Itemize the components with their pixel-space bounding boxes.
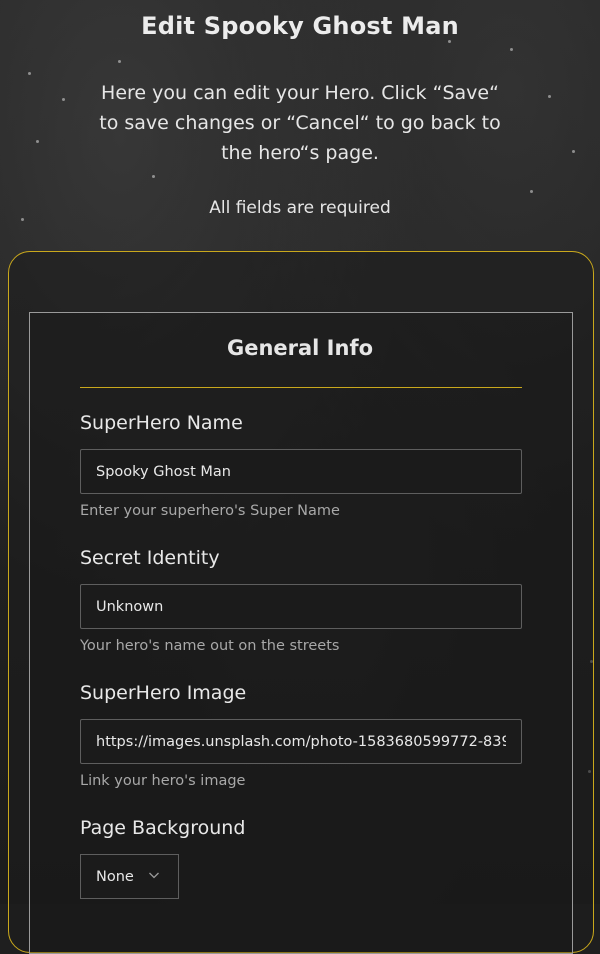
superhero-name-help: Enter your superhero's Super Name bbox=[80, 503, 340, 519]
page-background-select[interactable]: None bbox=[80, 854, 179, 899]
superhero-image-label: SuperHero Image bbox=[80, 682, 247, 704]
superhero-image-help: Link your hero's image bbox=[80, 773, 246, 789]
page-background-value: None bbox=[96, 868, 134, 885]
superhero-name-input[interactable] bbox=[80, 449, 522, 494]
section-divider bbox=[80, 387, 522, 388]
secret-identity-input[interactable] bbox=[80, 584, 522, 629]
required-note: All fields are required bbox=[209, 198, 391, 218]
page-title: Edit Spooky Ghost Man bbox=[141, 12, 459, 40]
page-background-label: Page Background bbox=[80, 817, 246, 839]
chevron-down-icon bbox=[149, 872, 159, 879]
section-title: General Info bbox=[226, 336, 374, 360]
secret-identity-label: Secret Identity bbox=[80, 547, 220, 569]
superhero-image-input[interactable] bbox=[80, 719, 522, 764]
page-intro: Here you can edit your Hero. Click “Save… bbox=[99, 82, 501, 164]
superhero-name-label: SuperHero Name bbox=[80, 412, 243, 434]
secret-identity-help: Your hero's name out on the streets bbox=[80, 638, 340, 654]
